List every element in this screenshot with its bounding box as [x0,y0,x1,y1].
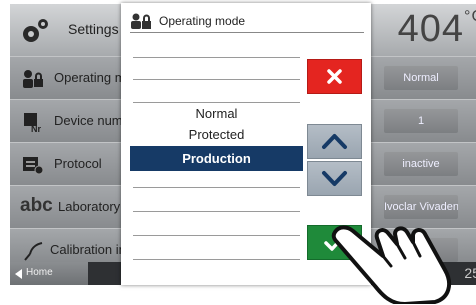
option-protected[interactable]: Protected [130,125,303,145]
svg-text:Nr: Nr [31,124,41,133]
list-divider [133,79,300,80]
list-divider [133,187,300,188]
calibration-icon [24,242,43,261]
user-lock-icon [131,13,151,29]
home-label: Home [26,267,53,278]
abc-icon: abc [20,195,53,216]
list-divider [133,211,300,212]
title-divider [130,32,364,33]
row-value[interactable]: Normal [384,66,458,90]
page-title: Settings [68,21,119,37]
list-divider [133,235,300,236]
row-label: Protocol [54,156,102,171]
row-value[interactable]: inactive [384,152,458,176]
row-value[interactable]: 1 [384,109,458,133]
list-divider [133,259,300,260]
scroll-up-button[interactable] [307,124,362,159]
option-normal[interactable]: Normal [130,104,303,124]
device-number-icon: Nr [24,113,41,133]
list-divider [133,102,300,103]
close-button[interactable] [307,59,362,94]
home-button[interactable]: Home [10,262,88,285]
back-arrow-icon [15,269,22,279]
chevron-down-icon [322,171,347,186]
user-lock-icon [23,70,43,88]
option-production-selected[interactable]: Production [130,146,303,171]
dialog-title: Operating mode [159,14,246,28]
temperature-display: 404°C [397,8,476,50]
scroll-down-button[interactable] [307,161,362,196]
list-divider [133,57,300,58]
chevron-up-icon [322,134,347,149]
pointing-hand-icon [331,225,452,304]
close-icon [327,69,342,84]
protocol-icon [23,157,44,175]
gear-icon [23,19,48,42]
